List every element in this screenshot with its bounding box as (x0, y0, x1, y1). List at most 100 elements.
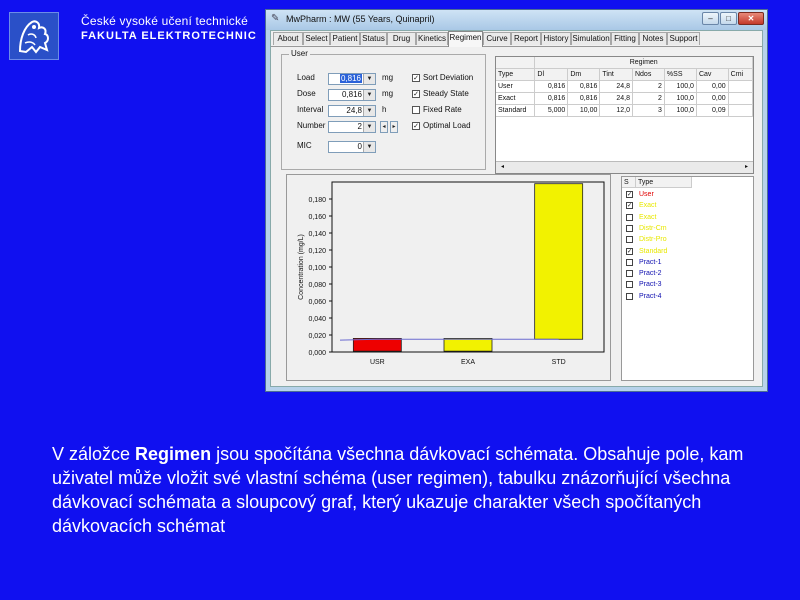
column-header[interactable]: Cmi (728, 68, 753, 81)
steady-state-checkbox[interactable]: ✓ (412, 90, 420, 98)
table-cell (728, 104, 753, 117)
optimal-load-checkbox[interactable]: ✓ (412, 122, 420, 130)
tab-about[interactable]: About (273, 32, 303, 45)
table-cell: 24,8 (599, 80, 633, 93)
list-item-checkbox[interactable] (626, 236, 633, 244)
mic-combo[interactable]: 0 ▼ (328, 141, 376, 153)
column-header[interactable]: %SS (664, 68, 697, 81)
list-item-label: Distr-Cm (639, 224, 667, 232)
list-header-type[interactable]: Type (636, 177, 692, 188)
column-header[interactable]: Tint (599, 68, 633, 81)
number-increment-button[interactable]: ▸ (390, 121, 398, 133)
scroll-right-icon[interactable]: ▸ (742, 163, 751, 171)
mic-label: MIC (297, 141, 312, 150)
bar (352, 337, 402, 352)
dose-label: Dose (297, 89, 316, 98)
tab-fitting[interactable]: Fitting (611, 32, 639, 45)
tab-status[interactable]: Status (360, 32, 387, 45)
list-item[interactable]: Distr-Pro (624, 235, 704, 246)
sort-deviation-checkbox[interactable]: ✓ (412, 74, 420, 82)
table-header-row: Type Dl Dm Tint Ndos %SS Cav Cmi (496, 68, 753, 81)
list-item[interactable]: ✓ Exact (624, 201, 704, 212)
y-tick-label: 0,180 (308, 197, 326, 204)
number-decrement-button[interactable]: ◂ (380, 121, 388, 133)
tab-kinetics[interactable]: Kinetics (416, 32, 448, 45)
list-item-checkbox[interactable] (626, 224, 633, 232)
tab-notes[interactable]: Notes (639, 32, 667, 45)
minimize-button[interactable]: – (702, 12, 719, 25)
table-row[interactable]: Standard 5,000 10,00 12,0 3 100,0 0,09 (496, 104, 753, 117)
close-button[interactable]: ✕ (738, 12, 764, 25)
window-titlebar[interactable]: ✎ MwPharm : MW (55 Years, Quinapril) – □… (266, 10, 767, 30)
list-item-checkbox[interactable] (626, 258, 633, 266)
list-item-checkbox[interactable] (626, 270, 633, 278)
chevron-down-icon[interactable]: ▼ (363, 122, 375, 132)
interval-unit: h (382, 105, 387, 114)
scroll-left-icon[interactable]: ◂ (498, 163, 507, 171)
fixed-rate-checkbox[interactable] (412, 106, 420, 114)
list-item-label: Exact (639, 213, 657, 221)
chevron-down-icon[interactable]: ▼ (363, 90, 375, 100)
list-item[interactable]: Exact (624, 213, 704, 224)
list-item[interactable]: Distr-Cm (624, 224, 704, 235)
list-item[interactable]: Pract-4 (624, 292, 704, 303)
column-header[interactable]: Dm (567, 68, 601, 81)
list-item-label: Standard (639, 247, 668, 255)
maximize-button[interactable]: □ (720, 12, 737, 25)
load-unit: mg (382, 73, 394, 82)
tab-simulation[interactable]: Simulation (571, 32, 611, 45)
list-item-checkbox[interactable]: ✓ (626, 191, 633, 198)
chevron-down-icon[interactable]: ▼ (363, 74, 375, 84)
x-tick-label: USR (370, 359, 385, 366)
table-cell: User (496, 80, 536, 93)
column-header[interactable]: Ndos (632, 68, 665, 81)
table-cell: 24,8 (599, 92, 633, 105)
tab-drug[interactable]: Drug (387, 32, 416, 45)
list-item[interactable]: ✓ User (624, 190, 704, 201)
list-item-label: Exact (639, 202, 657, 210)
app-icon: ✎ (271, 13, 280, 24)
y-tick-label: 0,040 (308, 316, 326, 323)
institution-name: České vysoké učení technické (81, 14, 249, 28)
tab-patient[interactable]: Patient (330, 32, 360, 45)
load-combo[interactable]: 0,816 ▼ (328, 73, 376, 85)
chevron-down-icon[interactable]: ▼ (363, 106, 375, 116)
tab-report[interactable]: Report (511, 32, 541, 45)
list-item[interactable]: Pract-3 (624, 280, 704, 291)
window-client-area: About Select Patient Status Drug Kinetic… (270, 30, 763, 387)
list-item-checkbox[interactable]: ✓ (626, 247, 633, 255)
list-item[interactable]: Pract-1 (624, 258, 704, 269)
list-item-checkbox[interactable] (626, 292, 633, 300)
list-item-checkbox[interactable]: ✓ (626, 202, 633, 210)
horizontal-scrollbar[interactable]: ◂ ▸ (496, 161, 753, 173)
column-header[interactable]: Cav (696, 68, 729, 81)
tab-curve[interactable]: Curve (483, 32, 511, 45)
dose-combo[interactable]: 0,816 ▼ (328, 89, 376, 101)
dose-unit: mg (382, 89, 394, 98)
list-item[interactable]: Pract-2 (624, 269, 704, 280)
table-row[interactable]: Exact 0,816 0,816 24,8 2 100,0 0,00 (496, 92, 753, 105)
list-item[interactable]: ✓ Standard (624, 247, 704, 258)
tab-regimen[interactable]: Regimen (448, 31, 483, 47)
chevron-down-icon[interactable]: ▼ (363, 142, 375, 152)
column-header[interactable]: Type (496, 68, 536, 81)
column-header[interactable]: Dl (534, 68, 569, 81)
tab-history[interactable]: History (541, 32, 571, 45)
slide-caption: V záložce Regimen jsou spočítána všechna… (52, 442, 752, 538)
table-cell: 0,00 (696, 92, 729, 105)
number-combo[interactable]: 2 ▼ (328, 121, 376, 133)
list-header-s[interactable]: S (622, 177, 636, 188)
table-row[interactable]: User 0,816 0,816 24,8 2 100,0 0,00 (496, 80, 753, 93)
y-tick-label: 0,020 (308, 333, 326, 340)
tab-support[interactable]: Support (667, 32, 700, 45)
caption-bold-term: Regimen (135, 444, 212, 464)
table-cell: 10,00 (567, 104, 601, 117)
tab-select[interactable]: Select (303, 32, 330, 45)
mwpharm-window: ✎ MwPharm : MW (55 Years, Quinapril) – □… (265, 9, 768, 392)
table-cell: 0,816 (567, 80, 601, 93)
interval-combo[interactable]: 24,8 ▼ (328, 105, 376, 117)
load-value: 0,816 (339, 74, 362, 83)
table-cell: 0,00 (696, 80, 729, 93)
list-item-checkbox[interactable] (626, 281, 633, 289)
list-item-checkbox[interactable] (626, 213, 633, 221)
